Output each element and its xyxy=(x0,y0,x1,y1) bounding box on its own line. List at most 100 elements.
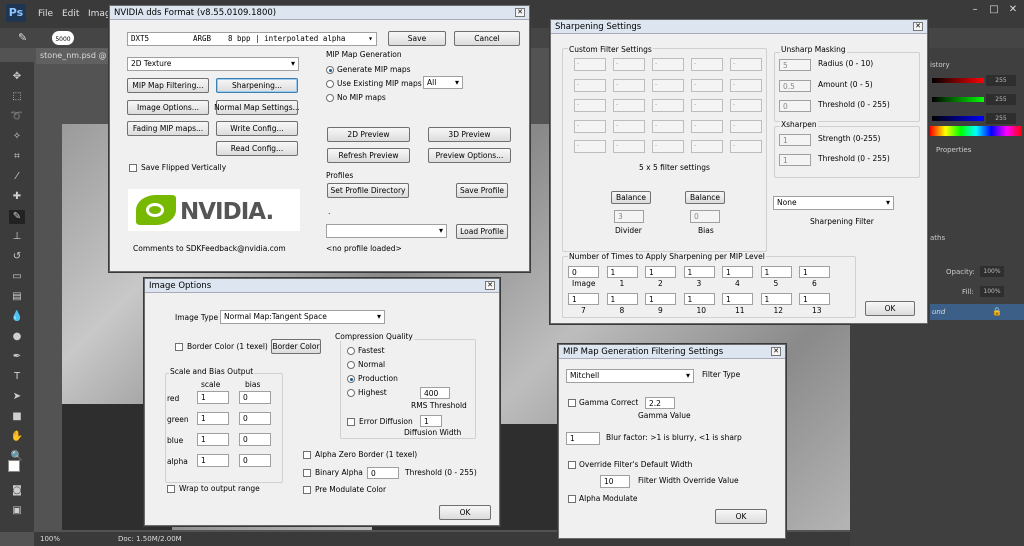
times-field[interactable]: 1 xyxy=(568,293,599,305)
times-field[interactable]: 1 xyxy=(683,266,715,278)
image-options-ok-button[interactable]: OK xyxy=(439,505,491,520)
dodge-tool-icon[interactable]: ● xyxy=(9,330,25,344)
set-profile-directory-button[interactable]: Set Profile Directory xyxy=(327,183,409,198)
save-flipped-checkbox[interactable] xyxy=(129,164,137,172)
border-color-checkbox[interactable] xyxy=(175,343,183,351)
lasso-tool-icon[interactable]: ➰ xyxy=(9,110,25,124)
scale-field[interactable]: 1 xyxy=(197,454,229,467)
times-field[interactable]: 0 xyxy=(568,266,599,278)
maximize-icon[interactable]: □ xyxy=(985,4,1003,18)
close-icon[interactable]: ✕ xyxy=(1004,4,1022,18)
image-options-button[interactable]: Image Options... xyxy=(127,100,209,115)
save-profile-button[interactable]: Save Profile xyxy=(456,183,508,198)
alpha-zero-border-checkbox[interactable] xyxy=(303,451,311,459)
blue-value[interactable]: 255 xyxy=(986,113,1016,124)
xsharpen-threshold-field[interactable]: 1 xyxy=(779,154,811,166)
mip-filtering-close-button[interactable]: ✕ xyxy=(771,347,781,356)
path-select-tool-icon[interactable]: ➤ xyxy=(9,390,25,404)
bias-field[interactable]: 0 xyxy=(690,210,720,223)
filter-cell[interactable]: - xyxy=(691,140,723,153)
paths-panel-tab[interactable]: aths xyxy=(930,234,945,242)
filter-cell[interactable]: - xyxy=(730,99,762,112)
sharpening-ok-button[interactable]: OK xyxy=(865,301,915,316)
gamma-correct-checkbox[interactable] xyxy=(568,399,576,407)
fill-value[interactable]: 100% xyxy=(980,286,1004,297)
times-field[interactable]: 1 xyxy=(760,266,792,278)
crop-tool-icon[interactable]: ⌗ xyxy=(9,150,25,164)
eraser-tool-icon[interactable]: ▭ xyxy=(9,270,25,284)
filter-cell[interactable]: - xyxy=(691,99,723,112)
gradient-tool-icon[interactable]: ▤ xyxy=(9,290,25,304)
wrap-checkbox[interactable] xyxy=(167,485,175,493)
filter-cell[interactable]: - xyxy=(574,58,606,71)
opacity-value[interactable]: 100% xyxy=(980,266,1004,277)
green-value[interactable]: 255 xyxy=(986,94,1016,105)
color-spectrum[interactable] xyxy=(930,126,1022,136)
filter-cell[interactable]: - xyxy=(652,58,684,71)
filter-width-field[interactable]: 10 xyxy=(600,475,630,488)
menu-edit[interactable]: Edit xyxy=(62,9,79,19)
blur-tool-icon[interactable]: 💧 xyxy=(9,310,25,324)
pre-modulate-checkbox[interactable] xyxy=(303,486,311,494)
times-field[interactable]: 1 xyxy=(799,293,830,305)
load-profile-button[interactable]: Load Profile xyxy=(456,224,508,239)
minimize-icon[interactable]: – xyxy=(966,4,984,18)
filter-cell[interactable]: - xyxy=(730,58,762,71)
refresh-preview-button[interactable]: Refresh Preview xyxy=(327,148,410,163)
times-field[interactable]: 1 xyxy=(606,293,638,305)
generate-mip-radio[interactable] xyxy=(326,66,334,74)
sharpening-button[interactable]: Sharpening... xyxy=(216,78,298,93)
times-field[interactable]: 1 xyxy=(760,293,792,305)
times-field[interactable]: 1 xyxy=(722,293,753,305)
dds-close-button[interactable]: ✕ xyxy=(515,8,525,17)
filter-cell[interactable]: - xyxy=(730,119,762,133)
save-button[interactable]: Save xyxy=(388,31,446,46)
binary-alpha-checkbox[interactable] xyxy=(303,469,311,477)
brush-tool-icon[interactable]: ✎ xyxy=(9,210,25,224)
hand-tool-icon[interactable]: ✋ xyxy=(9,430,25,444)
override-width-checkbox[interactable] xyxy=(568,461,576,469)
blur-factor-field[interactable]: 1 xyxy=(566,432,600,445)
normal-radio[interactable] xyxy=(347,361,355,369)
green-slider[interactable] xyxy=(932,97,984,102)
mip-filtering-ok-button[interactable]: OK xyxy=(715,509,767,524)
filter-cell[interactable]: - xyxy=(574,119,606,133)
filter-cell[interactable]: - xyxy=(691,58,723,71)
filter-cell[interactable]: - xyxy=(613,119,645,133)
write-config-button[interactable]: Write Config... xyxy=(216,121,298,136)
texture-type-select[interactable]: 2D Texture xyxy=(127,57,299,71)
profile-select[interactable] xyxy=(326,224,447,238)
alpha-modulate-checkbox[interactable] xyxy=(568,495,576,503)
zoom-level[interactable]: 100% xyxy=(40,535,60,543)
radius-field[interactable]: 5 xyxy=(779,59,811,71)
filter-cell[interactable]: - xyxy=(652,140,684,153)
filter-type-select[interactable]: Mitchell xyxy=(566,369,694,383)
red-value[interactable]: 255 xyxy=(986,75,1016,86)
preview-options-button[interactable]: Preview Options... xyxy=(428,148,511,163)
properties-panel-tab[interactable]: Properties xyxy=(936,146,971,154)
unsharp-threshold-field[interactable]: 0 xyxy=(779,100,811,112)
balance-left-button[interactable]: Balance xyxy=(611,191,651,204)
mip-count-select[interactable]: All xyxy=(423,76,463,89)
read-config-button[interactable]: Read Config... xyxy=(216,141,298,156)
quick-select-tool-icon[interactable]: ✧ xyxy=(9,130,25,144)
rms-threshold-field[interactable]: 400 xyxy=(420,387,450,399)
times-field[interactable]: 1 xyxy=(645,293,676,305)
times-field[interactable]: 1 xyxy=(683,293,715,305)
amount-field[interactable]: 0.5 xyxy=(779,80,811,92)
filter-cell[interactable]: - xyxy=(691,119,723,133)
divider-field[interactable]: 3 xyxy=(614,210,644,223)
diffusion-width-field[interactable]: 1 xyxy=(420,415,442,427)
mip-map-filtering-button[interactable]: MIP Map Filtering... xyxy=(127,78,209,93)
pen-tool-icon[interactable]: ✒ xyxy=(9,350,25,364)
times-field[interactable]: 1 xyxy=(606,266,638,278)
balance-right-button[interactable]: Balance xyxy=(685,191,725,204)
marquee-tool-icon[interactable]: ⬚ xyxy=(9,90,25,104)
shape-tool-icon[interactable]: ■ xyxy=(9,410,25,424)
border-color-button[interactable]: Border Color xyxy=(271,339,321,354)
blue-slider[interactable] xyxy=(932,116,984,121)
preview-2d-button[interactable]: 2D Preview xyxy=(327,127,410,142)
filter-cell[interactable]: - xyxy=(613,99,645,112)
times-field[interactable]: 1 xyxy=(645,266,676,278)
filter-cell[interactable]: - xyxy=(613,78,645,92)
